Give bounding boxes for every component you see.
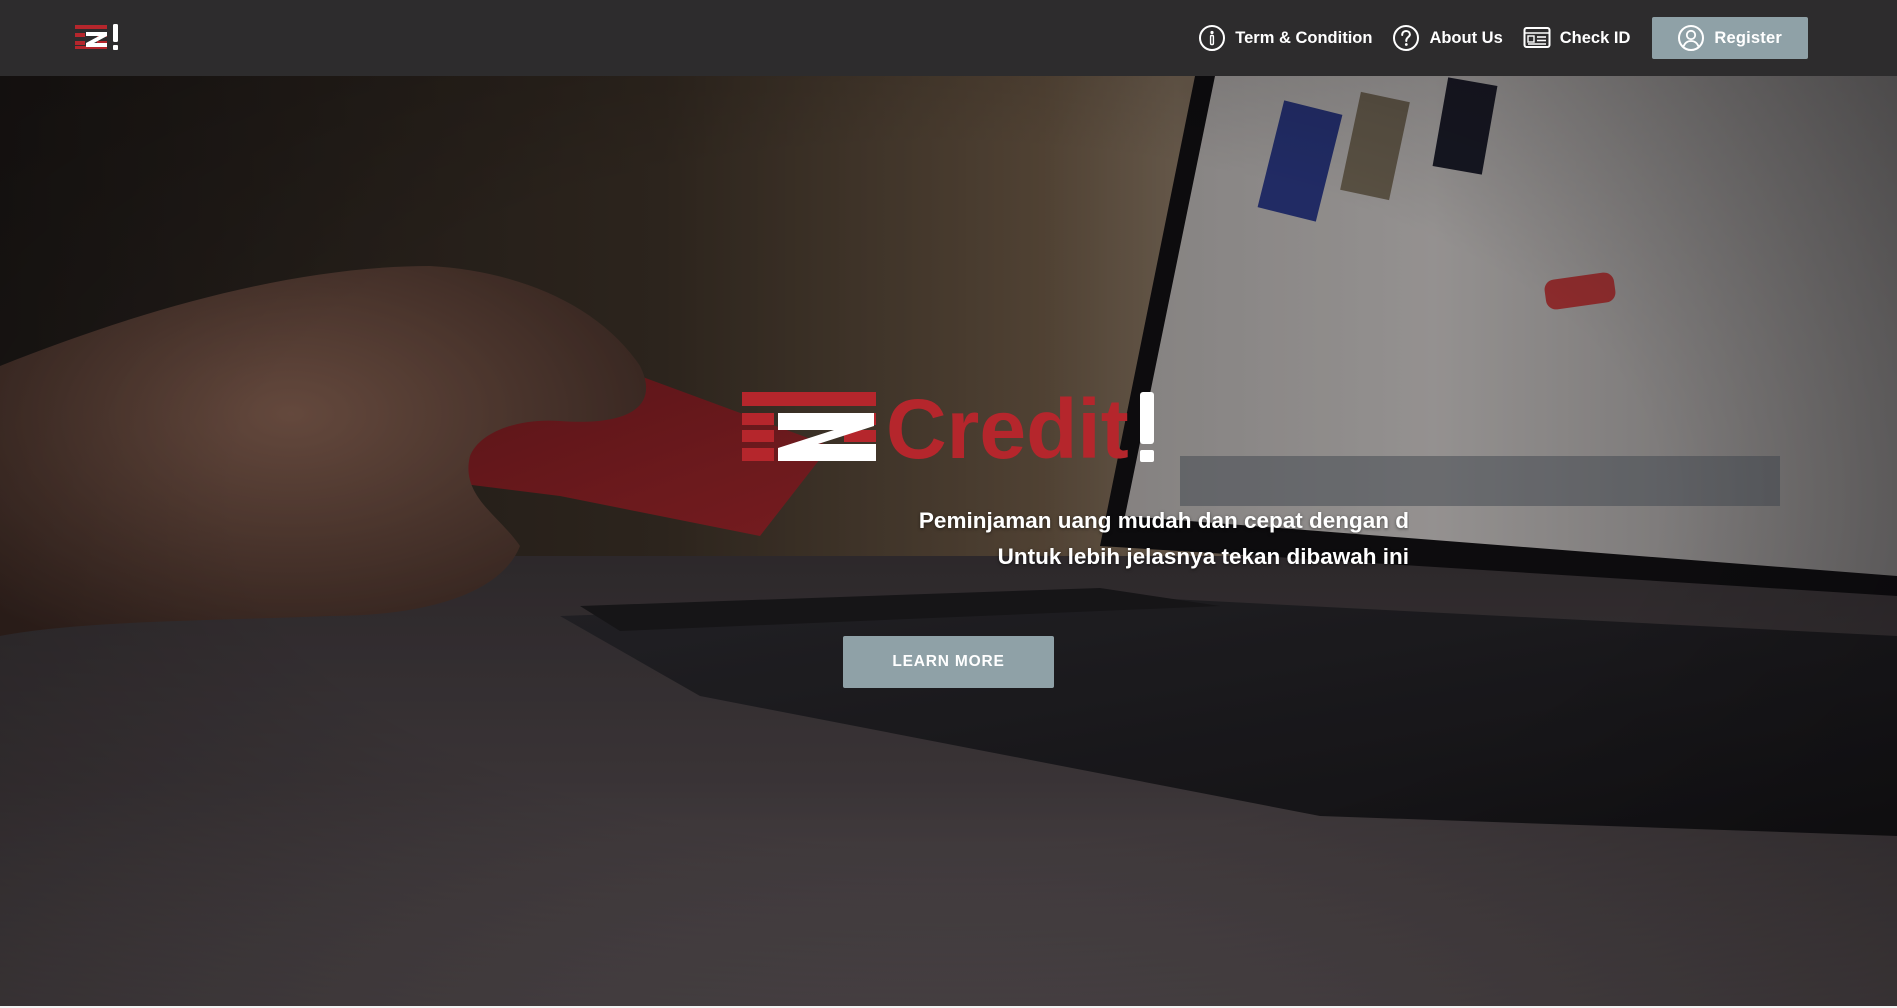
nav-about-us-label: About Us: [1429, 28, 1503, 47]
question-circle-icon: [1393, 25, 1420, 51]
nav-term-condition[interactable]: Term & Condition: [1198, 24, 1372, 52]
user-circle-icon: [1678, 25, 1705, 51]
nav-term-condition-label: Term & Condition: [1235, 28, 1373, 47]
learn-more-button[interactable]: LEARN MORE: [843, 636, 1054, 688]
nav-links: Term & Condition About Us Check ID Regis…: [1198, 17, 1808, 59]
brand-logo-icon[interactable]: [75, 22, 127, 52]
hero-tagline-2: Untuk lebih jelasnya tekan dibawah ini: [997, 544, 1409, 569]
navbar: Term & Condition About Us Check ID Regis…: [0, 0, 1897, 76]
register-label: Register: [1714, 28, 1782, 47]
nav-check-id-label: Check ID: [1559, 28, 1631, 47]
id-card-icon: [1523, 27, 1551, 48]
hero-tagline-1: Peminjaman uang mudah dan cepat dengan d: [918, 508, 1409, 533]
tagline-container: Peminjaman uang mudah dan cepat dengan d…: [0, 76, 1409, 1006]
register-button[interactable]: Register: [1652, 17, 1808, 59]
nav-check-id[interactable]: Check ID: [1523, 26, 1631, 50]
nav-about-us[interactable]: About Us: [1392, 24, 1503, 52]
hero-section: Credit Peminjaman uang mudah dan cepat d…: [0, 76, 1897, 1006]
info-circle-icon: [1199, 25, 1226, 51]
